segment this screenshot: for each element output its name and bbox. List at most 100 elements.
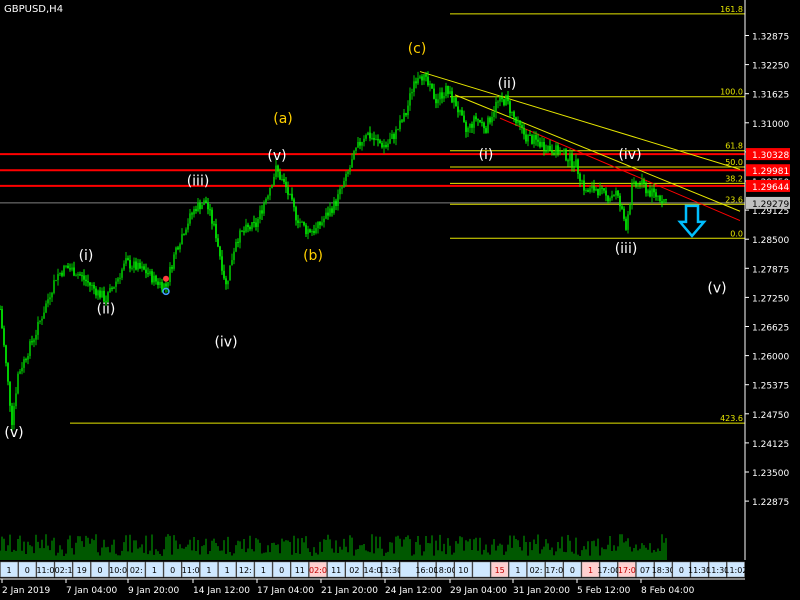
- session-box-label: 15: [495, 566, 505, 575]
- session-box-label: 1: [206, 566, 211, 575]
- candle-body: [43, 312, 45, 319]
- red-price-tag-label: 1.29981: [752, 167, 789, 177]
- candle-body: [613, 195, 615, 197]
- candle-body: [75, 275, 77, 277]
- candle-body: [569, 153, 571, 161]
- candle-body: [477, 119, 479, 121]
- candle-body: [281, 179, 283, 181]
- candle-body: [293, 199, 295, 208]
- time-tick-label: 17 Jan 04:00: [257, 586, 314, 596]
- candle-body: [407, 105, 409, 116]
- candle-body: [403, 112, 405, 122]
- price-tick-label: 1.32250: [752, 62, 789, 72]
- candle-body: [9, 381, 11, 406]
- candle-body: [149, 271, 151, 275]
- candle-body: [487, 117, 489, 133]
- wave-label: (a): [273, 111, 293, 127]
- candle-body: [61, 272, 63, 276]
- candle-body: [199, 202, 201, 210]
- candle-body: [499, 97, 501, 102]
- candle-body: [243, 231, 245, 233]
- candle-body: [561, 151, 563, 153]
- candle-body: [131, 267, 133, 269]
- candle-body: [603, 188, 605, 191]
- candle-body: [441, 92, 443, 99]
- candle-body: [501, 97, 503, 100]
- candle-body: [379, 140, 381, 144]
- candle-body: [435, 98, 437, 104]
- session-box-label: 11: [295, 566, 305, 575]
- candle-body: [523, 127, 525, 135]
- wave-label: (b): [303, 248, 323, 264]
- candle-body: [309, 229, 311, 233]
- candle-body: [267, 195, 269, 199]
- candle-body: [153, 275, 155, 283]
- price-tick-label: 1.28500: [752, 236, 789, 246]
- candle-body: [429, 83, 431, 86]
- candle-body: [299, 221, 301, 223]
- price-tick-label: 1.25375: [752, 382, 789, 392]
- candle-body: [573, 166, 575, 168]
- candle-body: [361, 142, 363, 146]
- wave-label: (ii): [97, 302, 116, 318]
- candle-body: [647, 190, 649, 194]
- candle-body: [59, 272, 61, 275]
- candle-body: [291, 193, 293, 200]
- candle-body: [133, 261, 135, 268]
- session-box-label: 11: [331, 566, 341, 575]
- wave-label: (iii): [615, 241, 638, 257]
- candle-body: [637, 183, 639, 187]
- candle-body: [559, 151, 561, 155]
- candle-body: [339, 188, 341, 195]
- candle-body: [171, 266, 173, 269]
- candle-body: [443, 96, 445, 99]
- candle-body: [357, 141, 359, 148]
- candle-body: [217, 238, 219, 247]
- candle-body: [497, 101, 499, 103]
- candle-body: [135, 261, 137, 270]
- candle-body: [55, 280, 57, 282]
- candle-body: [665, 199, 667, 201]
- candle-body: [85, 279, 87, 282]
- candle-body: [141, 266, 143, 269]
- candle-body: [165, 283, 167, 287]
- candle-body: [349, 167, 351, 172]
- candle-body: [67, 265, 69, 269]
- candle-body: [251, 222, 253, 230]
- candle-body: [663, 199, 665, 203]
- wave-label: (iii): [187, 174, 210, 190]
- candle-body: [447, 85, 449, 94]
- candle-body: [605, 190, 607, 196]
- session-box-label: 11:30: [379, 566, 402, 575]
- session-box-label: 0: [170, 566, 175, 575]
- candle-body: [651, 188, 653, 197]
- wave-label: (v): [707, 281, 726, 297]
- candle-body: [553, 152, 555, 156]
- session-box-label: 10:0: [109, 566, 127, 575]
- candle-body: [599, 187, 601, 196]
- candle-body: [459, 110, 461, 113]
- candle-body: [515, 117, 517, 123]
- candle-body: [227, 280, 229, 285]
- candle-body: [73, 267, 75, 276]
- session-box-label: 12:: [239, 566, 252, 575]
- candle-body: [645, 184, 647, 194]
- session-box-label: 1: [225, 566, 230, 575]
- candle-body: [395, 129, 397, 139]
- candle-body: [391, 134, 393, 139]
- candle-body: [381, 143, 383, 148]
- candle-body: [213, 223, 215, 225]
- price-tick-label: 1.27875: [752, 265, 789, 275]
- candle-body: [27, 355, 29, 360]
- candle-body: [455, 97, 457, 107]
- candle-body: [275, 165, 277, 177]
- candle-body: [147, 273, 149, 275]
- candle-body: [449, 91, 451, 94]
- candle-body: [35, 334, 37, 340]
- candle-body: [471, 123, 473, 128]
- candle-body: [369, 132, 371, 139]
- candle-body: [253, 222, 255, 224]
- candle-body: [495, 101, 497, 113]
- price-chart[interactable]: 161.8100.061.850.038.223.60.0423.6 (v)(i…: [0, 0, 800, 600]
- candle-body: [93, 284, 95, 289]
